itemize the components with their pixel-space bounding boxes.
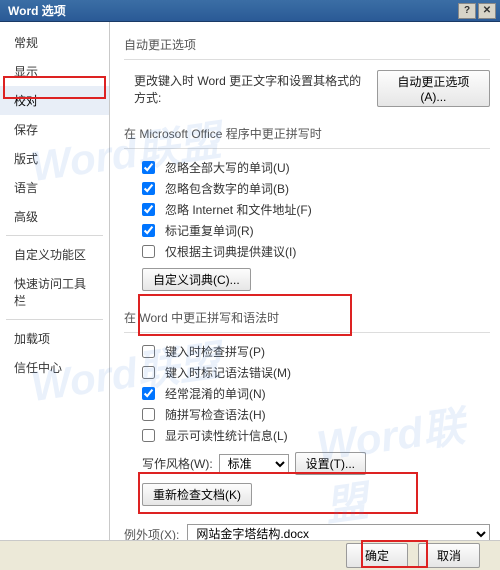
cancel-button[interactable]: 取消	[418, 543, 480, 568]
sidebar-divider	[6, 319, 103, 320]
chk-grammar-with-spell[interactable]	[142, 408, 155, 421]
lbl-confused-words[interactable]: 经常混淆的单词(N)	[165, 385, 266, 402]
sidebar-item-advanced[interactable]: 高级	[0, 202, 109, 231]
chk-mark-grammar[interactable]	[142, 366, 155, 379]
help-button[interactable]: ?	[458, 3, 476, 19]
lbl-flag-repeated[interactable]: 标记重复单词(R)	[165, 222, 254, 239]
sidebar-item-trust-center[interactable]: 信任中心	[0, 353, 109, 382]
sidebar-divider	[6, 235, 103, 236]
chk-readability[interactable]	[142, 429, 155, 442]
chk-flag-repeated[interactable]	[142, 224, 155, 237]
sidebar-item-qat[interactable]: 快速访问工具栏	[0, 269, 109, 315]
chk-ignore-uppercase[interactable]	[142, 161, 155, 174]
title-bar: Word 选项 ? ✕	[0, 0, 500, 22]
writing-style-select[interactable]: 标准	[219, 454, 289, 474]
section-word-title: 在 Word 中更正拼写和语法时	[124, 303, 490, 333]
custom-dictionaries-button[interactable]: 自定义词典(C)...	[142, 268, 251, 291]
sidebar-item-addins[interactable]: 加载项	[0, 324, 109, 353]
chk-confused-words[interactable]	[142, 387, 155, 400]
sidebar-item-layout[interactable]: 版式	[0, 144, 109, 173]
lbl-main-dict-only[interactable]: 仅根据主词典提供建议(I)	[165, 243, 296, 260]
lbl-grammar-with-spell[interactable]: 随拼写检查语法(H)	[165, 406, 266, 423]
sidebar-item-display[interactable]: 显示	[0, 57, 109, 86]
sidebar-item-language[interactable]: 语言	[0, 173, 109, 202]
sidebar-item-save[interactable]: 保存	[0, 115, 109, 144]
exceptions-label: 例外项(X):	[124, 526, 179, 541]
chk-ignore-numbers[interactable]	[142, 182, 155, 195]
lbl-ignore-numbers[interactable]: 忽略包含数字的单词(B)	[165, 180, 289, 197]
lbl-ignore-uppercase[interactable]: 忽略全部大写的单词(U)	[165, 159, 290, 176]
close-button[interactable]: ✕	[478, 3, 496, 19]
window-title: Word 选项	[8, 2, 66, 19]
chk-ignore-internet[interactable]	[142, 203, 155, 216]
lbl-check-spelling[interactable]: 键入时检查拼写(P)	[165, 343, 265, 360]
section-office-title: 在 Microsoft Office 程序中更正拼写时	[124, 119, 490, 149]
recheck-document-button[interactable]: 重新检查文档(K)	[142, 483, 252, 506]
sidebar-item-customize-ribbon[interactable]: 自定义功能区	[0, 240, 109, 269]
autocorrect-desc: 更改键入时 Word 更正文字和设置其格式的方式:	[134, 72, 371, 106]
main-panel: 自动更正选项 更改键入时 Word 更正文字和设置其格式的方式: 自动更正选项(…	[110, 22, 500, 540]
writing-style-label: 写作风格(W):	[142, 455, 213, 472]
chk-check-spelling[interactable]	[142, 345, 155, 358]
lbl-readability[interactable]: 显示可读性统计信息(L)	[165, 427, 288, 444]
section-exceptions: 例外项(X): 网站金字塔结构.docx	[124, 518, 490, 540]
autocorrect-options-button[interactable]: 自动更正选项(A)...	[377, 70, 490, 107]
sidebar: 常规 显示 校对 保存 版式 语言 高级 自定义功能区 快速访问工具栏 加载项 …	[0, 22, 110, 540]
exceptions-doc-select[interactable]: 网站金字塔结构.docx	[187, 524, 490, 540]
lbl-mark-grammar[interactable]: 键入时标记语法错误(M)	[165, 364, 291, 381]
window-controls: ? ✕	[458, 3, 496, 19]
lbl-ignore-internet[interactable]: 忽略 Internet 和文件地址(F)	[165, 201, 312, 218]
sidebar-item-general[interactable]: 常规	[0, 28, 109, 57]
dialog-footer: 确定 取消	[0, 540, 500, 570]
section-autocorrect-title: 自动更正选项	[124, 30, 490, 60]
chk-main-dict-only[interactable]	[142, 245, 155, 258]
ok-button[interactable]: 确定	[346, 543, 408, 568]
sidebar-item-proofing[interactable]: 校对	[0, 86, 109, 115]
settings-button[interactable]: 设置(T)...	[295, 452, 366, 475]
